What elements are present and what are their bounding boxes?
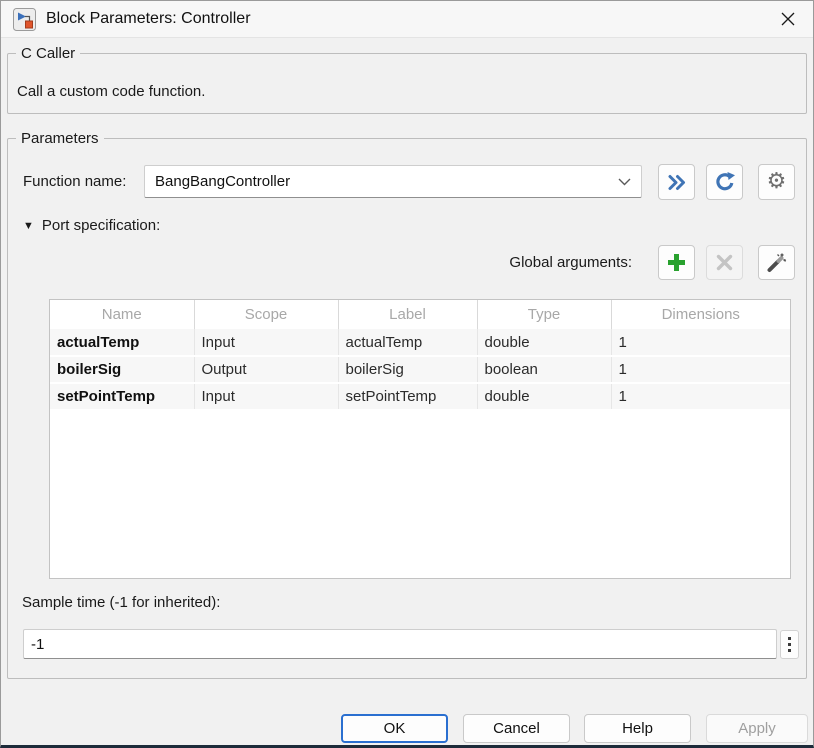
apply-button[interactable]: Apply [706, 714, 808, 743]
port-type-cell[interactable]: boolean [477, 356, 611, 383]
port-scope-cell[interactable]: Input [194, 383, 338, 410]
port-scope-cell[interactable]: Output [194, 356, 338, 383]
gear-icon: ⚙ [767, 171, 787, 193]
column-header-label[interactable]: Label [338, 300, 477, 329]
x-icon [716, 254, 733, 271]
port-label-cell[interactable]: setPointTemp [338, 383, 477, 410]
port-scope-cell[interactable]: Input [194, 329, 338, 356]
function-name-combobox[interactable]: BangBangController [144, 165, 642, 198]
parameters-group: Parameters Function name: BangBangContro… [7, 138, 807, 679]
table-row[interactable]: boilerSig Output boilerSig boolean 1 [50, 356, 790, 383]
help-button[interactable]: Help [584, 714, 691, 743]
dialog-title: Block Parameters: Controller [46, 10, 251, 28]
sample-time-menu-button[interactable] [780, 630, 799, 659]
triangle-down-icon: ▼ [23, 220, 34, 232]
port-specification-label: Port specification: [42, 217, 160, 234]
table-header-row: Name Scope Label Type Dimensions [50, 300, 790, 329]
port-type-cell[interactable]: double [477, 383, 611, 410]
port-specification-table[interactable]: Name Scope Label Type Dimensions actualT… [49, 299, 791, 579]
port-name-cell[interactable]: actualTemp [50, 329, 194, 356]
table-row[interactable]: setPointTemp Input setPointTemp double 1 [50, 383, 790, 410]
title-bar: Block Parameters: Controller [1, 1, 813, 38]
block-parameters-dialog: Block Parameters: Controller C Caller Ca… [0, 0, 814, 748]
port-dimensions-cell[interactable]: 1 [611, 356, 790, 383]
port-label-cell[interactable]: boilerSig [338, 356, 477, 383]
block-description: Call a custom code function. [17, 83, 205, 100]
add-global-argument-button[interactable] [658, 245, 695, 280]
parameters-title: Parameters [16, 129, 104, 148]
column-header-scope[interactable]: Scope [194, 300, 338, 329]
auto-fill-wizard-button[interactable] [758, 245, 795, 280]
column-header-type[interactable]: Type [477, 300, 611, 329]
port-name-cell[interactable]: setPointTemp [50, 383, 194, 410]
port-name-cell[interactable]: boilerSig [50, 356, 194, 383]
block-type-title: C Caller [16, 44, 80, 63]
column-header-name[interactable]: Name [50, 300, 194, 329]
refresh-icon [714, 171, 736, 193]
function-name-label: Function name: [23, 165, 126, 199]
ok-button[interactable]: OK [341, 714, 448, 743]
plus-icon [667, 253, 686, 272]
cancel-button[interactable]: Cancel [463, 714, 570, 743]
port-label-cell[interactable]: actualTemp [338, 329, 477, 356]
sample-time-label: Sample time (-1 for inherited): [22, 594, 220, 611]
port-specification-toggle[interactable]: ▼ Port specification: [23, 217, 160, 234]
delete-global-argument-button[interactable] [706, 245, 743, 280]
chevron-down-icon [618, 178, 631, 186]
refresh-button[interactable] [706, 164, 743, 200]
custom-code-settings-button[interactable]: ⚙ [758, 164, 795, 200]
function-name-value: BangBangController [155, 173, 618, 190]
close-icon[interactable] [775, 6, 801, 32]
column-header-dimensions[interactable]: Dimensions [611, 300, 790, 329]
port-type-cell[interactable]: double [477, 329, 611, 356]
simulink-block-icon [13, 8, 36, 31]
sample-time-input[interactable] [23, 629, 777, 659]
kebab-icon [788, 637, 791, 640]
port-dimensions-cell[interactable]: 1 [611, 329, 790, 356]
open-source-code-button[interactable] [658, 164, 695, 200]
table-row[interactable]: actualTemp Input actualTemp double 1 [50, 329, 790, 356]
global-arguments-label: Global arguments: [509, 245, 632, 280]
port-dimensions-cell[interactable]: 1 [611, 383, 790, 410]
block-type-group: C Caller Call a custom code function. [7, 53, 807, 114]
double-chevron-right-icon [667, 174, 686, 191]
magic-wand-icon [766, 252, 787, 273]
